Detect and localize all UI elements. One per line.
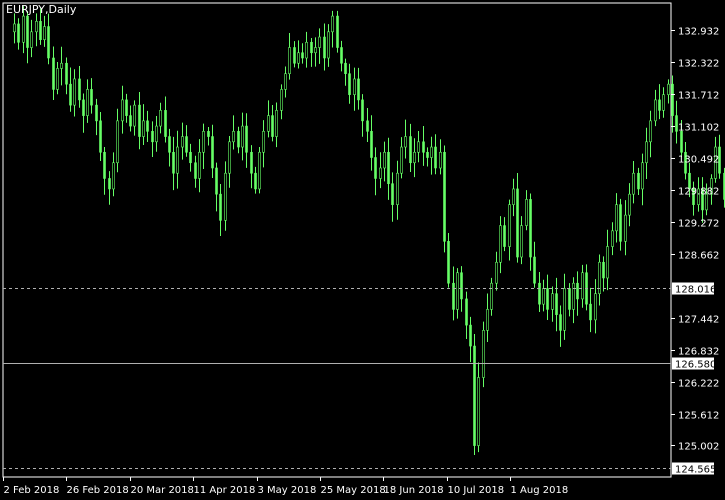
y-tick-label: 128.662 <box>678 251 719 262</box>
x-tick-label: 20 Mar 2018 <box>131 485 194 496</box>
price-level-badge: 126.580 <box>672 357 716 371</box>
y-tick-label: 127.442 <box>678 315 719 326</box>
price-level-label: 126.580 <box>675 360 716 371</box>
candle <box>447 232 450 288</box>
y-tick-label: 131.712 <box>678 91 719 102</box>
x-tick-label: 1 Aug 2018 <box>511 485 569 496</box>
x-tick-label: 26 Feb 2018 <box>67 485 129 496</box>
candle <box>443 145 446 253</box>
price-level-label: 128.016 <box>675 285 716 296</box>
y-tick-label: 131.102 <box>678 123 719 134</box>
y-tick-label: 132.322 <box>678 59 719 70</box>
y-tick-label: 129.882 <box>678 187 719 198</box>
candle <box>482 321 485 388</box>
y-tick-label: 126.222 <box>678 379 719 390</box>
price-level-badge: 124.565 <box>672 462 716 476</box>
y-tick-label: 129.272 <box>678 219 719 230</box>
y-tick-label: 125.002 <box>678 442 719 453</box>
candle <box>473 334 476 455</box>
x-tick-label: 18 Jun 2018 <box>384 485 444 496</box>
symbol-label: EURJPY,Daily <box>6 3 77 16</box>
y-tick-label: 130.492 <box>678 155 719 166</box>
price-level-badge: 128.016 <box>672 282 716 296</box>
x-tick-label: 11 Apr 2018 <box>194 485 256 496</box>
price-level-label: 124.565 <box>675 465 716 476</box>
candle <box>671 75 674 133</box>
y-tick-label: 132.932 <box>678 27 719 38</box>
x-tick-label: 2 Feb 2018 <box>4 485 60 496</box>
x-tick-label: 25 May 2018 <box>321 485 386 496</box>
chart-plot-area <box>2 2 672 478</box>
y-tick-label: 125.612 <box>678 411 719 422</box>
candle <box>701 177 704 223</box>
x-axis: 2 Feb 2018 26 Feb 2018 20 Mar 2018 11 Apr 2… <box>3 477 569 496</box>
x-tick-label: 10 Jul 2018 <box>448 485 505 496</box>
y-axis: 132.932 132.322 131.712 131.102 130.492 129.8… <box>671 27 719 453</box>
y-tick-label: 126.832 <box>678 347 719 358</box>
candle <box>336 10 339 53</box>
candle <box>258 147 261 194</box>
x-tick-label: 3 May 2018 <box>258 485 317 496</box>
price-chart[interactable]: 128.016 126.580 124.565 132.932 132.322 131.… <box>0 0 725 500</box>
